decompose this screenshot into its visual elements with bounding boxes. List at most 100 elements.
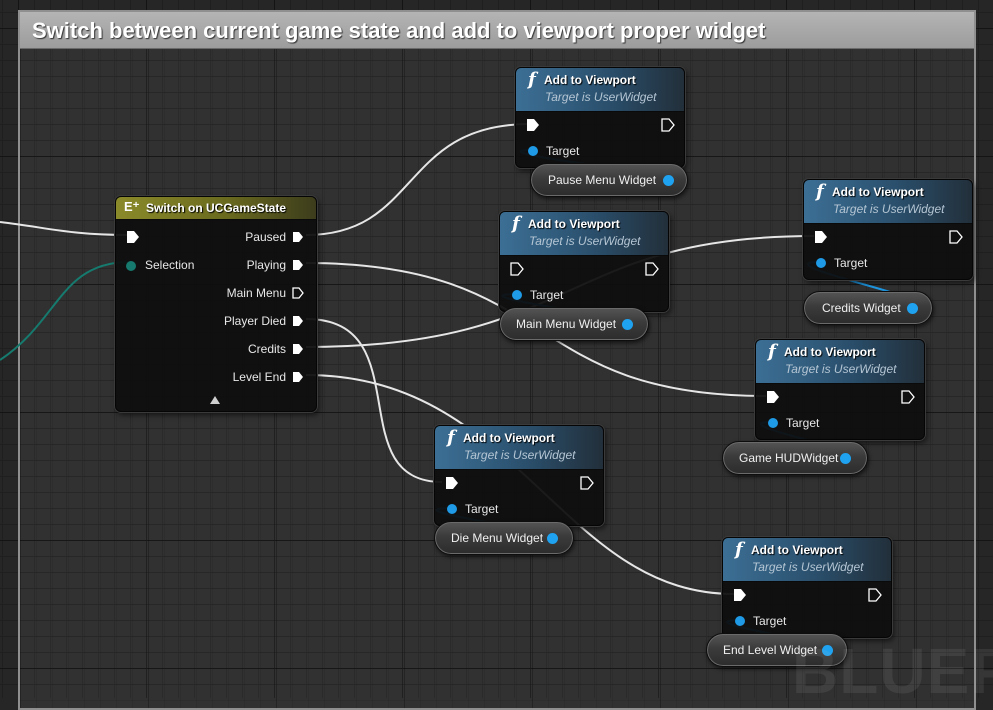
pause-menu-widget-variable[interactable]: Pause Menu Widget [530, 163, 688, 197]
object-pin-icon [447, 503, 457, 514]
switch-out-playing[interactable]: Playing [246, 257, 304, 272]
target-label: Target [465, 501, 499, 516]
exec-in-pin[interactable] [766, 390, 780, 404]
function-icon: f [816, 181, 824, 202]
exec-out-pin[interactable] [645, 262, 659, 276]
node-header[interactable]: f Add to Viewport Target is UserWidget [435, 426, 603, 470]
node-header[interactable]: f Add to Viewport Target is UserWidget [804, 180, 972, 224]
exec-in-pin[interactable] [814, 230, 828, 244]
switch-out-credits[interactable]: Credits [247, 341, 304, 356]
node-title: Add to Viewport [544, 73, 636, 87]
exec-pin-icon [446, 477, 458, 489]
target-label: Target [546, 143, 580, 158]
selection-wire [0, 261, 131, 361]
object-pin-icon [816, 257, 826, 268]
exec-pin-icon [293, 371, 303, 382]
object-pin-icon[interactable] [547, 533, 558, 544]
switch-out-player-died[interactable]: Player Died [223, 313, 304, 328]
function-icon: f [447, 427, 455, 448]
add-to-viewport-node[interactable]: f Add to Viewport Target is UserWidget T… [515, 67, 685, 168]
object-pin-icon [528, 145, 538, 156]
switch-selection-pin[interactable]: Selection [126, 258, 194, 272]
switch-out-label: Level End [232, 369, 286, 384]
exec-wire-input [0, 221, 131, 236]
exec-out-pin[interactable] [580, 476, 594, 490]
exec-in-pin[interactable] [510, 262, 524, 276]
exec-pin-icon [293, 231, 303, 242]
exec-in-pin[interactable] [733, 588, 747, 602]
exec-pin-icon [510, 262, 524, 276]
switch-node-header[interactable]: E⁺ Switch on UCGameState [116, 197, 316, 220]
exec-in-pin[interactable] [445, 476, 459, 490]
exec-pin-icon [949, 230, 963, 244]
exec-pin-icon [661, 118, 675, 132]
variable-label: Credits Widget [822, 301, 901, 315]
target-pin[interactable]: Target [512, 287, 564, 302]
exec-wire-paused [305, 123, 531, 236]
switch-on-gamestate-node[interactable]: E⁺ Switch on UCGameState Selection Pause… [115, 196, 317, 412]
die-menu-widget-variable[interactable]: Die Menu Widget [434, 521, 574, 555]
exec-out-pin[interactable] [661, 118, 675, 132]
node-subtitle: Target is UserWidget [752, 560, 864, 574]
switch-out-label: Main Menu [226, 285, 286, 300]
main-menu-widget-variable[interactable]: Main Menu Widget [499, 307, 649, 341]
node-subtitle: Target is UserWidget [833, 202, 945, 216]
target-pin[interactable]: Target [735, 613, 786, 628]
exec-out-pin[interactable] [949, 230, 963, 244]
object-pin-icon[interactable] [622, 319, 633, 330]
switch-out-level-end[interactable]: Level End [232, 369, 304, 384]
target-pin[interactable]: Target [816, 255, 868, 270]
target-pin[interactable]: Target [447, 501, 499, 516]
switch-out-label: Paused [245, 229, 286, 244]
exec-pin-icon [901, 390, 915, 404]
switch-node-title: Switch on UCGameState [146, 201, 287, 215]
node-subtitle: Target is UserWidget [529, 234, 641, 248]
add-to-viewport-node[interactable]: f Add to Viewport Target is UserWidget T… [803, 179, 973, 280]
switch-selection-label: Selection [145, 258, 195, 272]
exec-out-pin[interactable] [901, 390, 915, 404]
node-header[interactable]: f Add to Viewport Target is UserWidget [516, 68, 684, 112]
node-header[interactable]: f Add to Viewport Target is UserWidget [500, 212, 668, 256]
exec-pin-icon [767, 391, 779, 403]
exec-in-pin[interactable] [526, 118, 540, 132]
variable-label: Main Menu Widget [516, 317, 617, 331]
exec-pin-icon [645, 262, 659, 276]
object-pin-icon[interactable] [663, 175, 674, 186]
switch-exec-in-pin[interactable] [126, 230, 140, 244]
target-label: Target [530, 287, 564, 302]
switch-out-paused[interactable]: Paused [245, 229, 304, 244]
exec-pin-icon [293, 259, 303, 270]
target-label: Target [834, 255, 868, 270]
game-hud-widget-variable[interactable]: Game HUDWidget [722, 441, 868, 475]
add-to-viewport-node[interactable]: f Add to Viewport Target is UserWidget T… [722, 537, 892, 638]
exec-pin-icon [293, 343, 303, 354]
add-to-viewport-node[interactable]: f Add to Viewport Target is UserWidget T… [755, 339, 925, 440]
exec-pin-icon [293, 315, 303, 326]
node-title: Add to Viewport [528, 217, 620, 231]
target-pin[interactable]: Target [768, 415, 819, 430]
node-subtitle: Target is UserWidget [545, 90, 657, 104]
function-icon: f [735, 539, 743, 560]
object-pin-icon [512, 289, 522, 300]
expand-arrow-icon[interactable] [210, 396, 220, 404]
switch-out-label: Credits [247, 341, 286, 356]
exec-pin-icon [127, 231, 139, 243]
switch-out-label: Playing [246, 257, 286, 272]
exec-out-pin[interactable] [868, 588, 882, 602]
add-to-viewport-node[interactable]: f Add to Viewport Target is UserWidget T… [434, 425, 604, 526]
exec-pin-icon [527, 119, 539, 131]
exec-pin-icon [868, 588, 882, 602]
object-pin-icon[interactable] [907, 303, 918, 314]
switch-out-label: Player Died [223, 313, 286, 328]
node-title: Add to Viewport [832, 185, 924, 199]
target-pin[interactable]: Target [528, 143, 580, 158]
object-pin-icon[interactable] [840, 453, 851, 464]
credits-widget-variable[interactable]: Credits Widget [803, 291, 933, 325]
switch-out-main-menu[interactable]: Main Menu [226, 285, 304, 300]
blueprint-watermark: BLUEPR [792, 635, 993, 707]
node-header[interactable]: f Add to Viewport Target is UserWidget [723, 538, 891, 582]
node-header[interactable]: f Add to Viewport Target is UserWidget [756, 340, 924, 384]
add-to-viewport-node[interactable]: f Add to Viewport Target is UserWidget T… [499, 211, 669, 312]
exec-pin-icon [734, 589, 746, 601]
node-title: Add to Viewport [463, 431, 555, 445]
